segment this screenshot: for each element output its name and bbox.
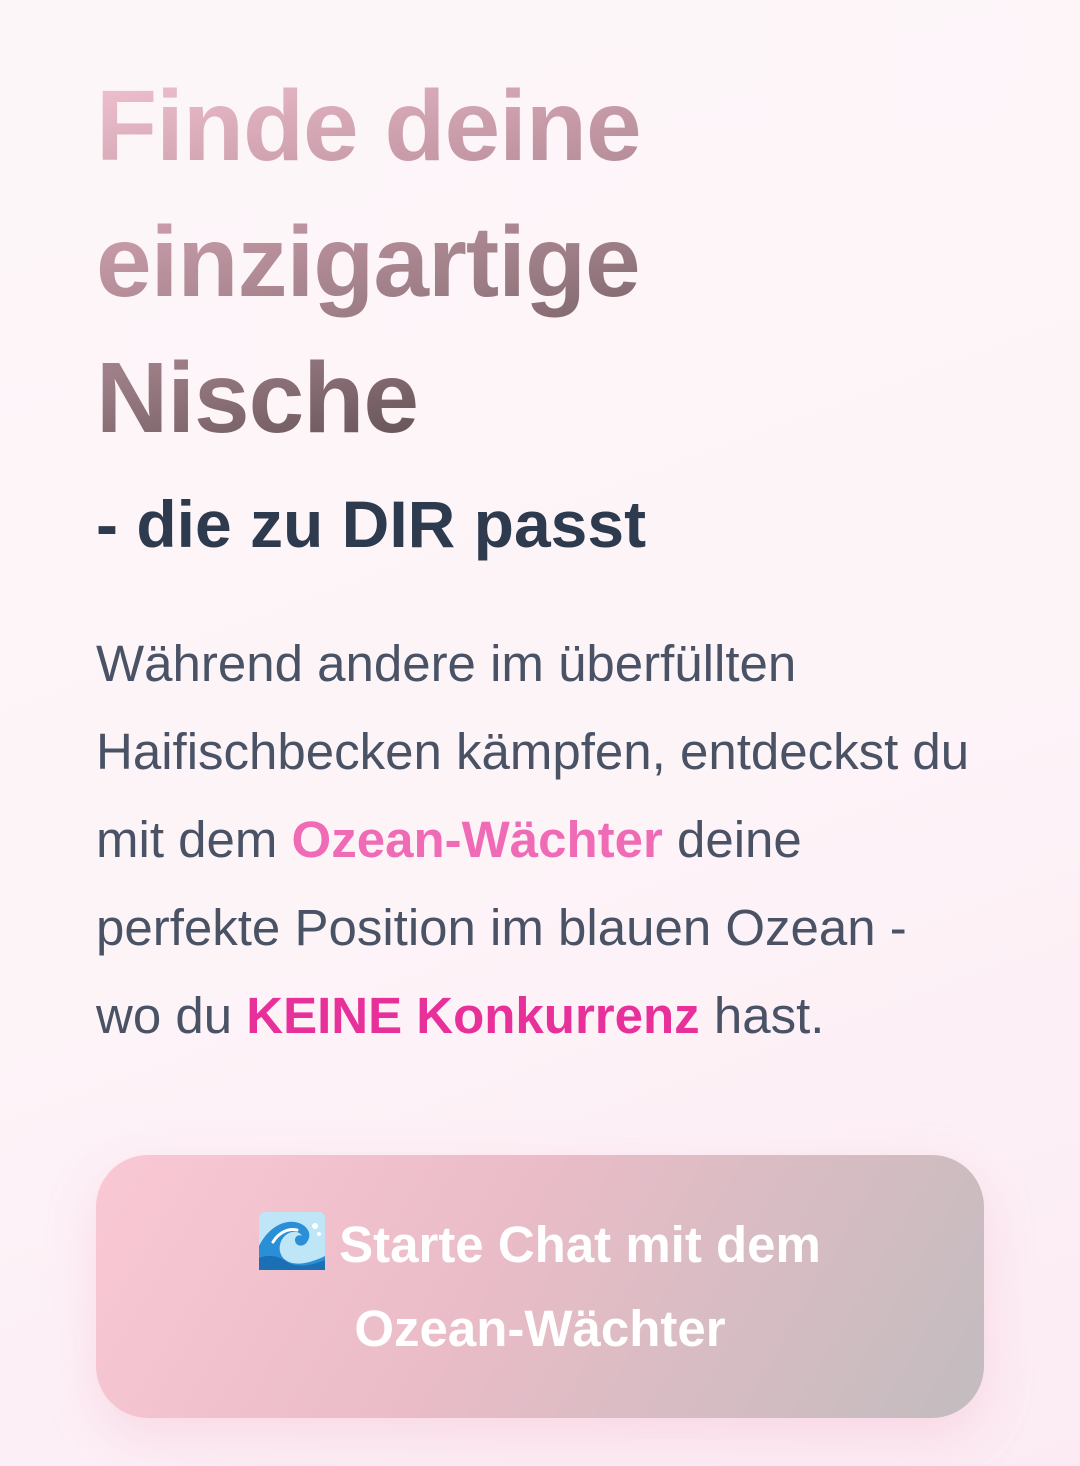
start-chat-label: Starte Chat mit dem Ozean-Wächter — [339, 1215, 821, 1357]
wave-icon — [259, 1211, 326, 1270]
headline-line-2: einzigartige — [96, 206, 640, 318]
headline-line-3: Nische — [96, 342, 418, 454]
hero-description: Während andere im überfüllten Haifischbe… — [96, 620, 976, 1060]
start-chat-button[interactable]: Starte Chat mit dem Ozean-Wächter — [96, 1155, 984, 1418]
description-text-3: hast. — [699, 987, 825, 1044]
page-headline: Finde deine einzigartige Nische — [96, 58, 796, 466]
highlight-ozean-waechter: Ozean-Wächter — [291, 811, 663, 868]
subheadline: - die zu DIR passt — [96, 487, 647, 561]
start-chat-button-content: Starte Chat mit dem Ozean-Wächter — [230, 1203, 850, 1371]
highlight-keine-konkurrenz: KEINE Konkurrenz — [246, 987, 700, 1044]
headline-line-1: Finde deine — [96, 70, 641, 182]
